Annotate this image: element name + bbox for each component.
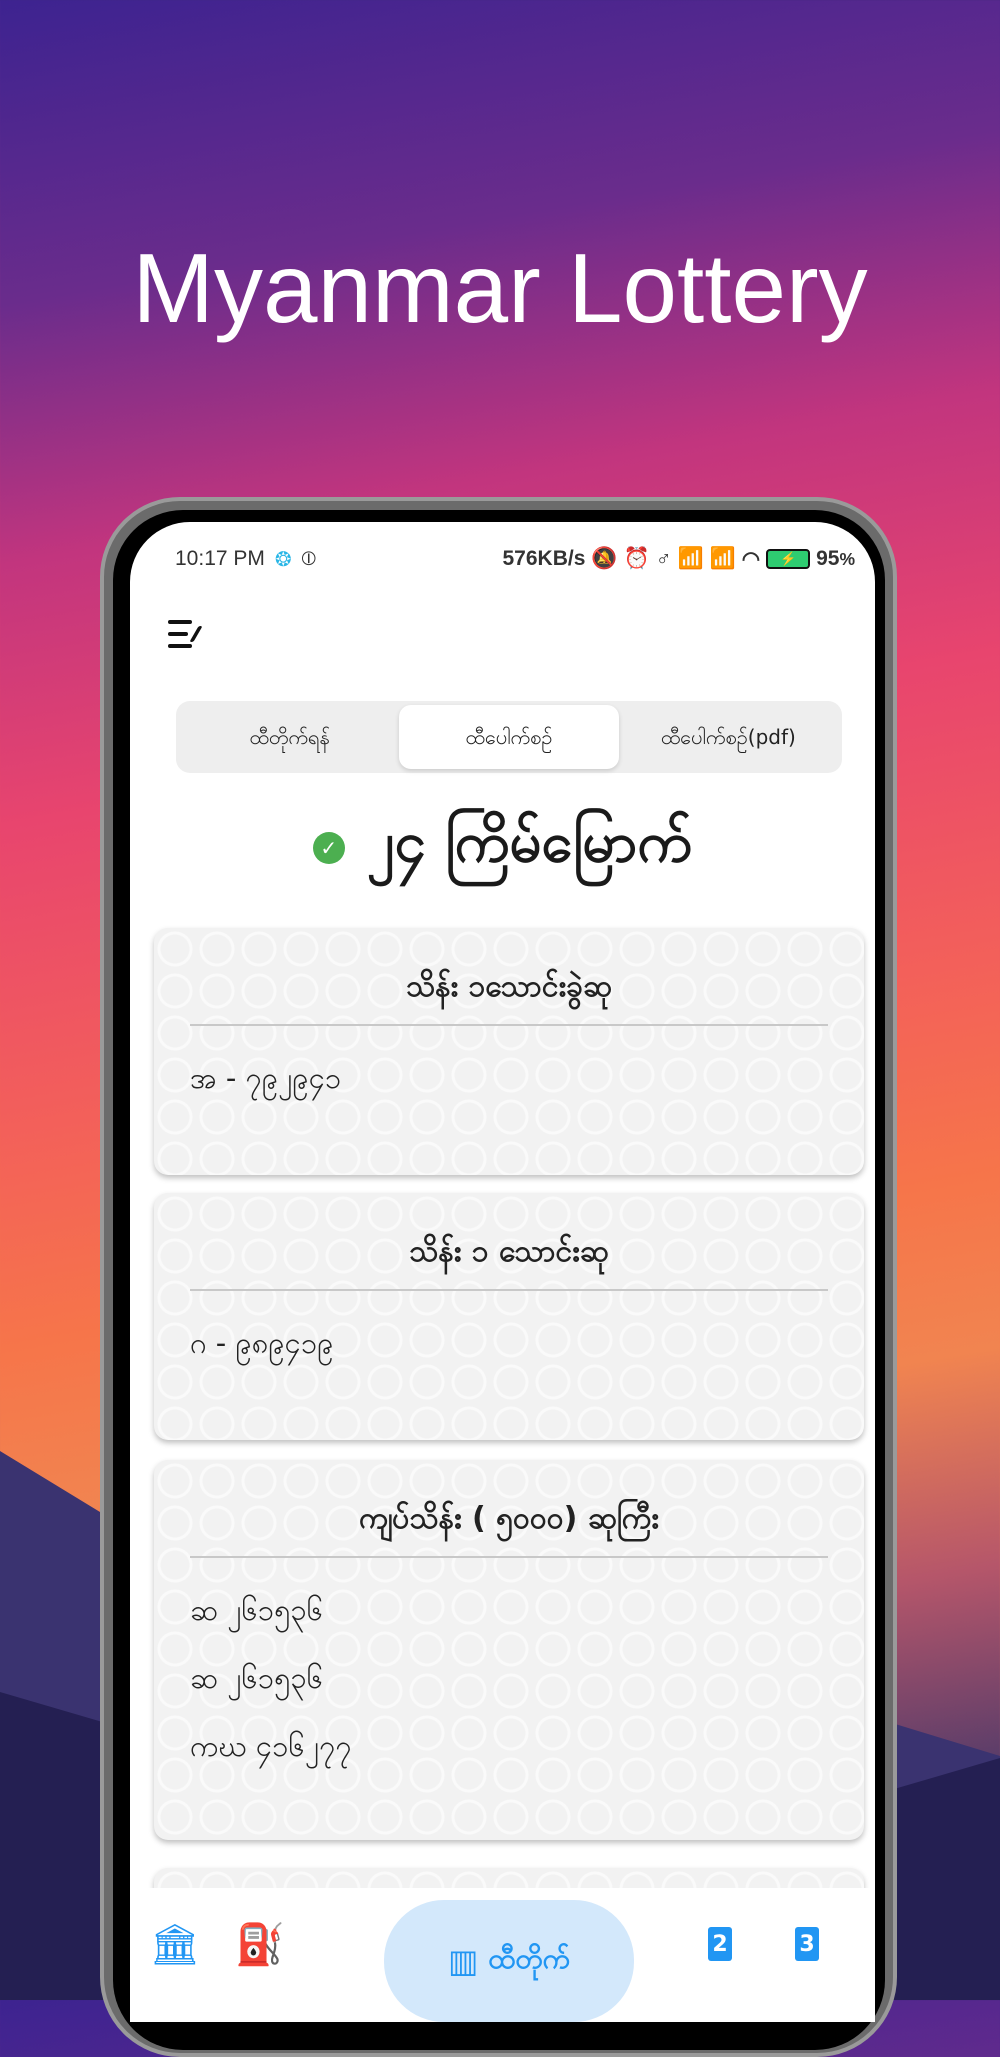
prize-title: ကျပ်သိန်း ( ၅၀၀၀) ဆုကြီး — [359, 1501, 659, 1536]
tab-bar: ထီတိုက်ရန် ထီပေါက်စဉ် ထီပေါက်စဉ်(pdf) — [176, 701, 842, 773]
alarm-icon: ⏰ — [623, 547, 650, 570]
nav-3d[interactable]: 3 — [767, 1888, 847, 2000]
prize-card: သိန်း ၁သောင်းခွဲဆု အ - ၇၉၂၉၄၁ — [154, 928, 864, 1175]
prize-number: ဆ ၂၆၁၅၃၆ — [190, 1661, 324, 1695]
prize-card: သိန်း ၁ သောင်းဆု ဂ - ၉၈၉၄၁၉ — [154, 1193, 864, 1440]
prize-title: သိန်း ၁ သောင်းဆု — [409, 1234, 609, 1269]
draw-number: ၂၄ ကြိမ်မြောက် — [366, 810, 693, 875]
nav-lottery-label: ထီတိုက် — [488, 1942, 570, 1975]
bottom-nav: 🏛 ⛽ ▥ ထီတိုက် 2 3 — [130, 1888, 875, 2022]
promo-title: Myanmar Lottery — [132, 233, 868, 343]
bluetooth-headset-icon: ♂ — [655, 547, 672, 570]
app-screen: 10:17 PM ❂ ⦶ 576KB/s 🔕 ⏰ ♂ 📶 📶 ◠ ⚡ 95% ထ… — [130, 522, 875, 2022]
number-3-icon: 3 — [795, 1927, 819, 1961]
wifi-icon: ◠ — [741, 547, 761, 571]
menu-icon[interactable] — [168, 620, 204, 648]
aperture-icon: ❂ — [274, 548, 292, 571]
status-bar: 10:17 PM ❂ ⦶ 576KB/s 🔕 ⏰ ♂ 📶 📶 ◠ ⚡ 95% — [175, 544, 855, 574]
tab-lottery-results-pdf[interactable]: ထီပေါက်စဉ်(pdf) — [619, 705, 838, 769]
tab-lottery-check[interactable]: ထီတိုက်ရန် — [180, 705, 399, 769]
bar-chart-icon: ▥ — [448, 1942, 479, 1980]
net-speed: 576KB/s — [502, 547, 586, 570]
nav-2d[interactable]: 2 — [685, 1888, 755, 2000]
battery-unit: % — [839, 549, 855, 569]
status-time: 10:17 PM — [175, 547, 265, 570]
prize-title: သိန်း ၁သောင်းခွဲဆု — [405, 969, 613, 1004]
nav-lottery[interactable]: ▥ ထီတိုက် — [384, 1900, 634, 2022]
tab-lottery-results[interactable]: ထီပေါက်စဉ် — [399, 705, 619, 769]
nav-fuel[interactable]: ⛽ — [210, 1888, 310, 2000]
prize-number: အ - ၇၉၂၉၄၁ — [190, 1061, 342, 1095]
signal-icon: 📶 — [677, 547, 704, 570]
number-2-icon: 2 — [708, 1927, 732, 1961]
thermometer-icon: ⦶ — [301, 547, 317, 570]
mute-bell-icon: 🔕 — [591, 547, 618, 570]
nav-bank[interactable]: 🏛 — [130, 1888, 220, 2000]
signal-icon-2: 📶 — [709, 547, 736, 570]
fuel-pump-icon: ⛽ — [235, 1921, 285, 1968]
prize-number: ဂ - ၉၈၉၄၁၉ — [190, 1326, 334, 1360]
battery-icon: ⚡ — [766, 549, 811, 569]
bank-icon: 🏛 — [149, 1921, 201, 1968]
prize-number: ဆ ၂၆၁၅၃၆ — [190, 1593, 324, 1627]
check-circle-icon: ✓ — [312, 832, 345, 864]
draw-heading: ✓ ၂၄ ကြိမ်မြောက် — [130, 807, 875, 889]
prize-card: ကျပ်သိန်း ( ၅၀၀၀) ဆုကြီး ဆ ၂၆၁၅၃၆ ဆ ၂၆၁၅… — [154, 1460, 864, 1840]
battery-level: 95 — [816, 547, 840, 570]
prize-number: ကဃ ၄၁၆၂၇၇ — [190, 1729, 352, 1763]
